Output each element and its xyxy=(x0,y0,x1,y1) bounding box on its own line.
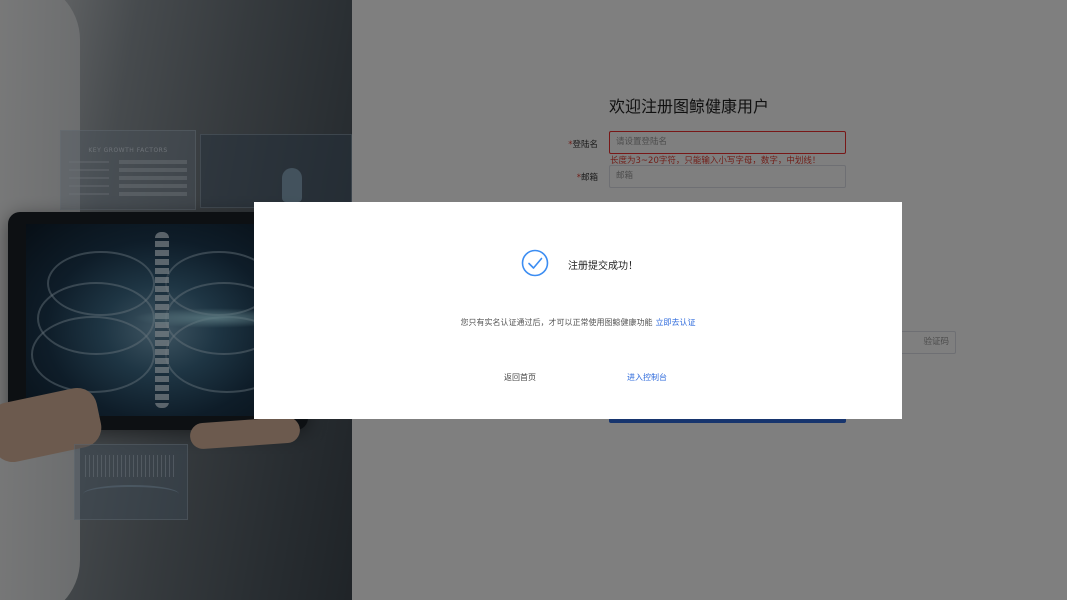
notice-text: 您只有实名认证通过后，才可以正常使用图鲸健康功能 xyxy=(460,318,653,327)
verify-notice: 您只有实名认证通过后，才可以正常使用图鲸健康功能 立即去认证 xyxy=(254,317,902,328)
verify-now-link[interactable]: 立即去认证 xyxy=(656,318,696,327)
dialog-title: 注册提交成功！ xyxy=(568,261,638,272)
check-circle-icon xyxy=(521,249,549,277)
enter-console-button[interactable]: 进入控制台 xyxy=(627,372,667,383)
back-home-button[interactable]: 返回首页 xyxy=(504,372,536,383)
success-dialog: 注册提交成功！ 您只有实名认证通过后，才可以正常使用图鲸健康功能 立即去认证 返回… xyxy=(254,202,902,419)
